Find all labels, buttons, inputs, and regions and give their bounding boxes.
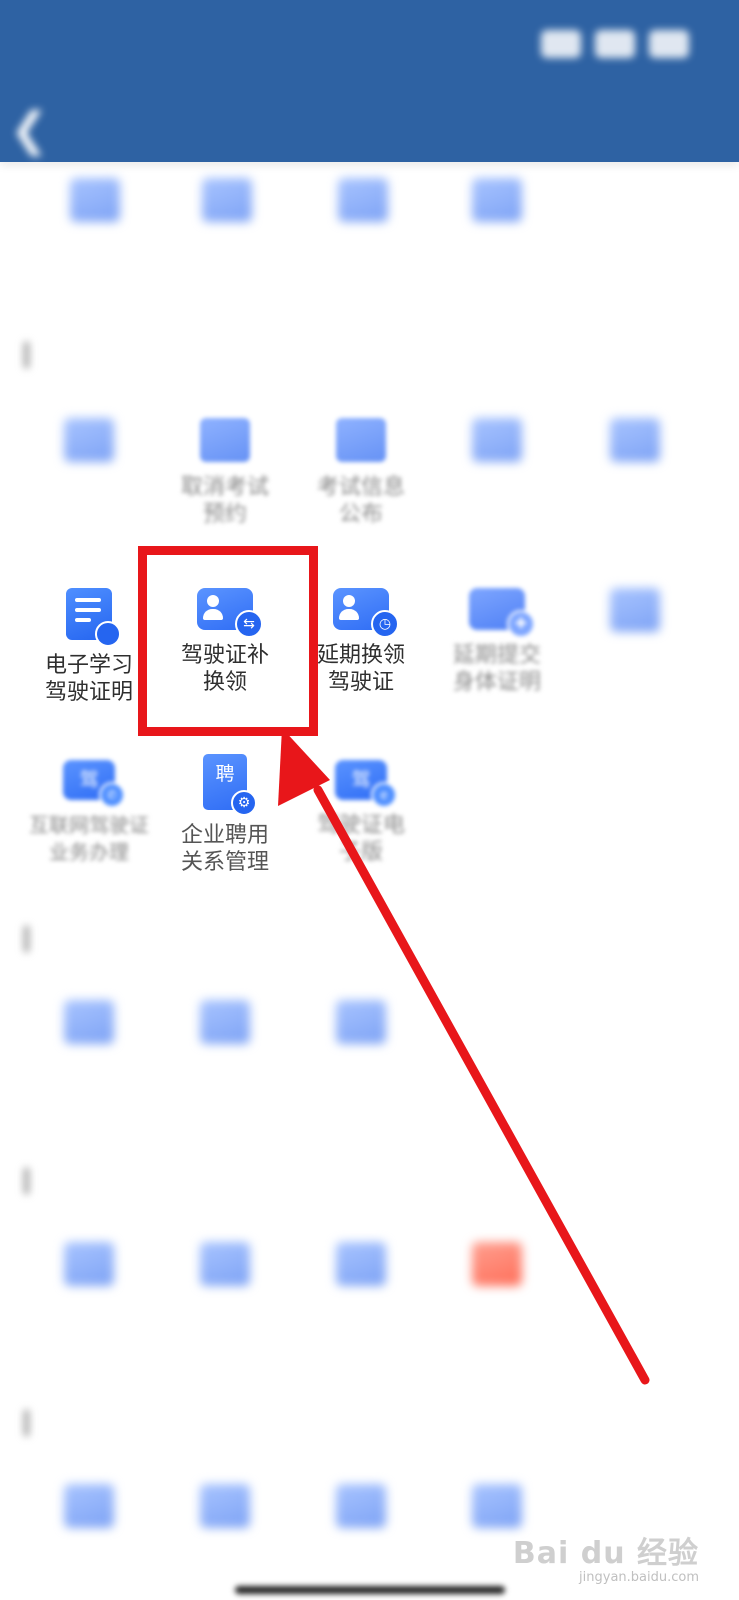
watermark-logo: Bai du 经验 (512, 1536, 699, 1571)
annotation-arrow (278, 728, 650, 1385)
watermark: Bai du 经验 jingyan.baidu.com (513, 1528, 699, 1585)
watermark-url: jingyan.baidu.com (579, 1570, 699, 1585)
home-indicator (235, 1586, 505, 1594)
